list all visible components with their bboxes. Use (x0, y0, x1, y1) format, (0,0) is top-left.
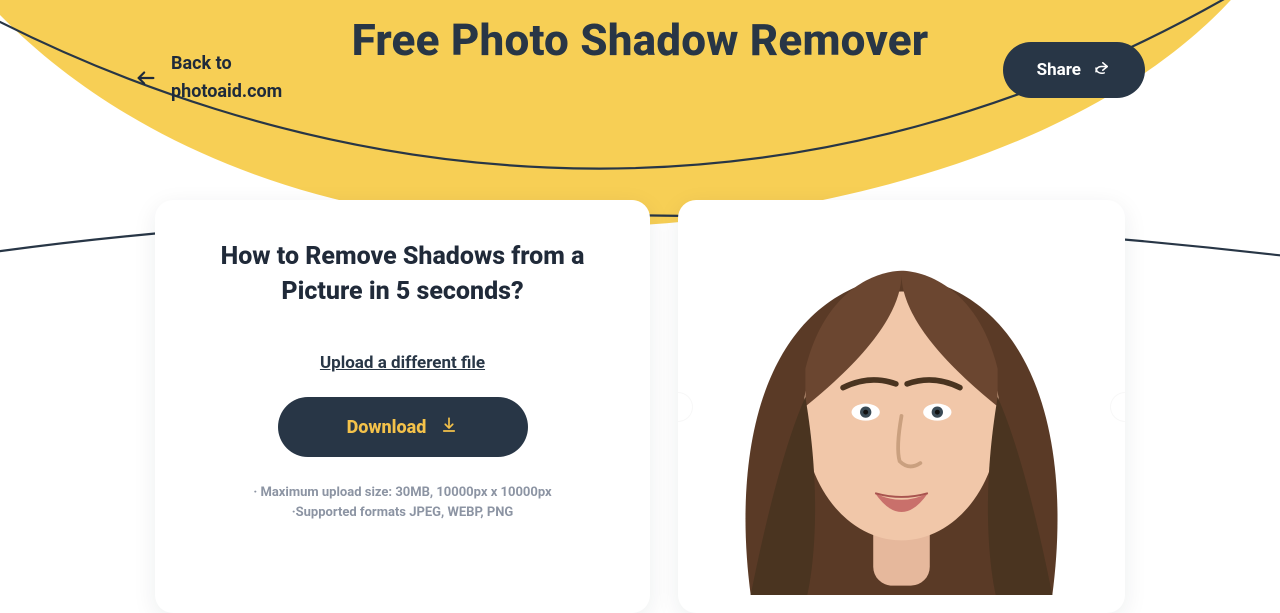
note-line-2: ·Supported formats JPEG, WEBP, PNG (253, 503, 551, 523)
compare-handle-right[interactable] (1110, 392, 1125, 422)
compare-handle-left[interactable] (678, 392, 693, 422)
back-link-label: Back to photoaid.com (171, 50, 282, 106)
share-button-label: Share (1037, 60, 1081, 80)
download-button[interactable]: Download (278, 397, 528, 457)
arrow-left-icon (135, 67, 157, 89)
download-button-label: Download (347, 417, 427, 438)
back-link[interactable]: Back to photoaid.com (135, 50, 282, 106)
share-icon (1093, 59, 1111, 82)
instructions-heading: How to Remove Shadows from a Picture in … (197, 240, 608, 309)
upload-different-link[interactable]: Upload a different file (320, 353, 485, 373)
download-icon (440, 416, 458, 439)
instructions-card: How to Remove Shadows from a Picture in … (155, 200, 650, 613)
result-image-card (678, 200, 1125, 613)
note-line-1: · Maximum upload size: 30MB, 10000px x 1… (253, 483, 551, 503)
result-image (696, 218, 1107, 595)
share-button[interactable]: Share (1003, 42, 1145, 98)
upload-notes: · Maximum upload size: 30MB, 10000px x 1… (253, 483, 551, 522)
